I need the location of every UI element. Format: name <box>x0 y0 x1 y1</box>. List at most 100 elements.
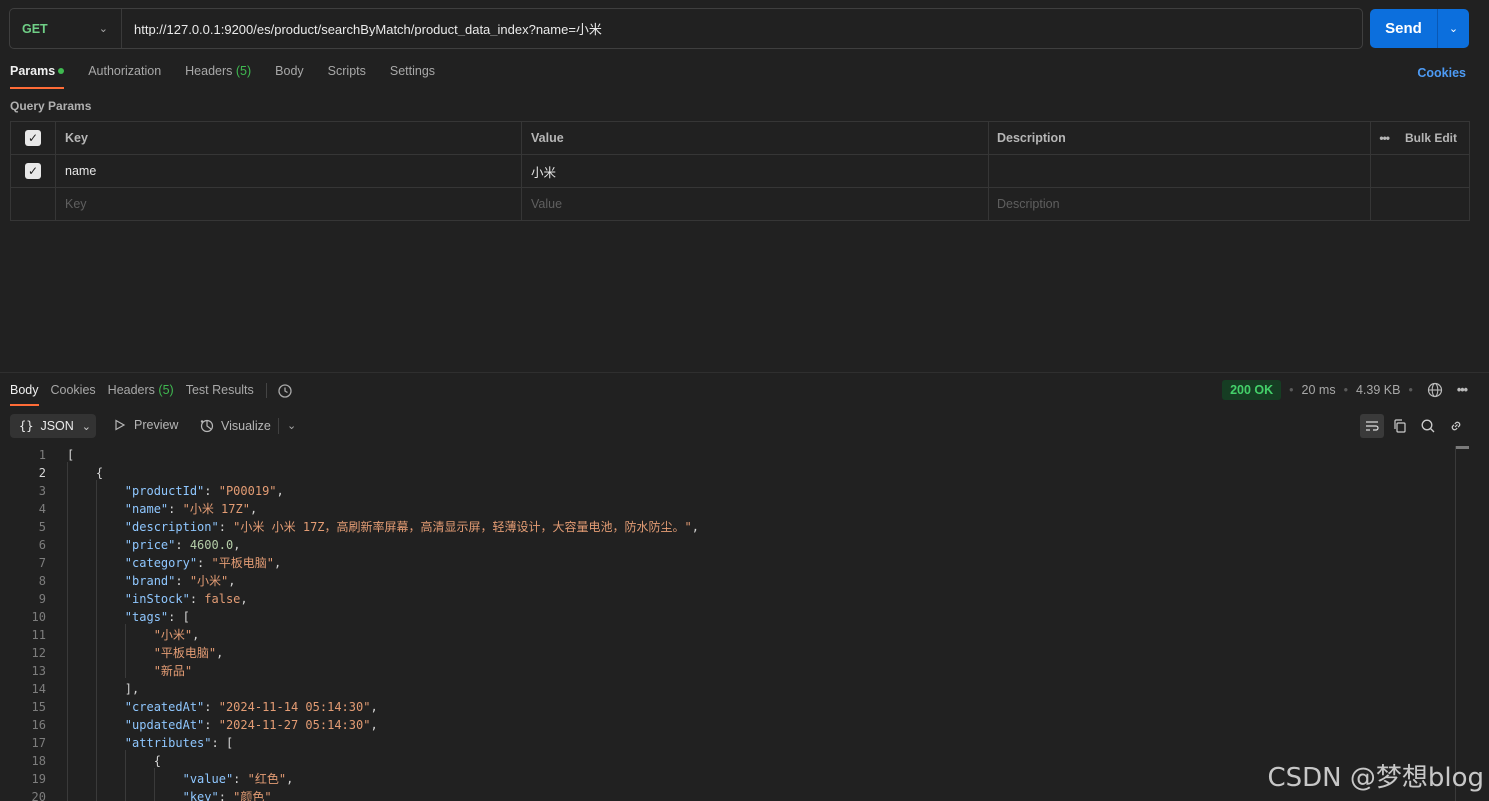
tab-body[interactable]: Body <box>275 64 304 89</box>
code-line: 13 "新品" <box>0 662 1470 680</box>
json-number: 4600.0 <box>189 538 234 552</box>
new-description-input[interactable]: Description <box>989 188 1371 220</box>
row-checkbox[interactable]: ✓ <box>25 163 41 179</box>
tab-params[interactable]: Params <box>10 64 65 89</box>
new-key-input[interactable]: Key <box>56 188 522 220</box>
cookies-link[interactable]: Cookies <box>1417 66 1466 80</box>
format-selector[interactable]: {} JSON ⌄ <box>10 414 96 438</box>
editor-scrollbar-thumb[interactable] <box>1456 446 1469 449</box>
visualize-button[interactable]: Visualize <box>199 418 271 434</box>
bulk-edit-button[interactable]: Bulk Edit <box>1405 131 1457 145</box>
tab-response-headers[interactable]: Headers (5) <box>108 382 174 406</box>
response-divider[interactable] <box>0 372 1489 373</box>
visualize-icon <box>200 419 214 433</box>
row-actions-cell <box>1371 155 1469 187</box>
play-icon <box>115 419 126 431</box>
status-badge[interactable]: 200 OK <box>1222 380 1282 400</box>
globe-icon[interactable] <box>1427 382 1443 398</box>
format-label: JSON <box>40 419 74 433</box>
select-all-checkbox[interactable]: ✓ <box>25 130 41 146</box>
code-line: 5 "description": "小米 小米 17Z，高刷新率屏幕，高清显示屏… <box>0 518 1470 536</box>
send-button[interactable]: Send <box>1370 20 1437 37</box>
tab-scripts[interactable]: Scripts <box>328 64 366 89</box>
editor-scrollbar-track[interactable] <box>1455 446 1456 801</box>
header-value: Value <box>522 122 989 154</box>
tab-settings[interactable]: Settings <box>390 64 435 89</box>
copy-button[interactable] <box>1388 414 1412 438</box>
separator-dot: • <box>1408 383 1413 397</box>
more-options-icon[interactable]: ••• <box>1457 383 1468 397</box>
json-key: "name" <box>124 502 169 516</box>
code-text: "小米", <box>153 628 200 642</box>
tab-response-body[interactable]: Body <box>10 382 39 406</box>
tab-separator <box>265 383 267 398</box>
new-value-input[interactable]: Value <box>522 188 989 220</box>
response-size[interactable]: 4.39 KB <box>1356 383 1400 397</box>
code-text: "value": "红色", <box>182 772 294 786</box>
param-value[interactable]: 小米 <box>522 155 989 187</box>
tab-test-results[interactable]: Test Results <box>186 382 254 406</box>
code-text: [ <box>46 446 74 464</box>
json-key: "key" <box>182 790 219 801</box>
response-time[interactable]: 20 ms <box>1302 383 1336 397</box>
line-number: 7 <box>38 556 46 570</box>
code-text: { <box>46 752 161 770</box>
code-line: 18 { <box>0 752 1470 770</box>
separator-dot: • <box>1343 383 1348 397</box>
param-description[interactable] <box>989 155 1371 187</box>
preview-label: Preview <box>134 418 179 432</box>
tab-response-cookies[interactable]: Cookies <box>51 382 96 406</box>
more-options-icon[interactable]: ••• <box>1379 131 1390 145</box>
json-key: "category" <box>124 556 198 570</box>
send-options-chevron-icon[interactable]: ⌄ <box>1438 22 1469 35</box>
method-label: GET <box>22 21 48 36</box>
wrap-lines-button[interactable] <box>1360 414 1384 438</box>
line-number: 13 <box>31 664 46 678</box>
token: { <box>95 466 104 480</box>
search-button[interactable] <box>1416 414 1440 438</box>
query-params-table: ✓ Key Value Description ••• Bulk Edit ✓ n… <box>10 121 1470 221</box>
code-line: 20 "key": "颜色" <box>0 788 1470 801</box>
token: ], <box>124 682 140 696</box>
link-button[interactable] <box>1444 414 1468 438</box>
line-number: 4 <box>38 502 46 516</box>
tab-authorization[interactable]: Authorization <box>88 64 161 89</box>
token: [ <box>67 448 75 462</box>
json-string: "平板电脑" <box>211 556 274 570</box>
code-line: 15 "createdAt": "2024-11-14 05:14:30", <box>0 698 1470 716</box>
headers-count: (5) <box>235 64 252 78</box>
params-active-dot <box>58 67 65 74</box>
visualize-options-chevron-icon[interactable]: ⌄ <box>287 419 296 432</box>
code-text: "平板电脑", <box>153 646 224 660</box>
code-line: 3 "productId": "P00019", <box>0 482 1470 500</box>
toolbar-separator <box>278 418 279 434</box>
tab-headers[interactable]: Headers (5) <box>185 64 251 89</box>
code-text: "brand": "小米", <box>124 574 236 588</box>
chevron-down-icon: ⌄ <box>98 23 108 35</box>
code-text: "新品" <box>46 662 192 680</box>
table-header-row: ✓ Key Value Description ••• Bulk Edit <box>11 122 1469 155</box>
code-line: 14 ], <box>0 680 1470 698</box>
method-selector[interactable]: GET ⌄ <box>10 9 122 48</box>
json-key: "createdAt" <box>124 700 205 714</box>
code-text: "createdAt": "2024-11-14 05:14:30", <box>124 700 378 714</box>
code-line: 9 "inStock": false, <box>0 590 1470 608</box>
empty-actions-cell <box>1371 188 1469 220</box>
json-string: "平板电脑" <box>153 646 217 660</box>
code-line: 6 "price": 4600.0, <box>0 536 1470 554</box>
json-key: "description" <box>124 520 219 534</box>
url-input[interactable] <box>122 21 1362 36</box>
line-number: 10 <box>31 610 46 624</box>
code-text: "price": 4600.0, <box>124 538 241 552</box>
json-key: "attributes" <box>124 736 212 750</box>
preview-button[interactable]: Preview <box>114 418 178 432</box>
line-number: 12 <box>31 646 46 660</box>
history-icon[interactable] <box>277 383 293 399</box>
response-body-editor[interactable]: 1[ 2 { 3 "productId": "P00019", 4 "name"… <box>0 446 1470 801</box>
wrap-lines-icon <box>1366 421 1379 431</box>
param-key[interactable]: name <box>56 155 522 187</box>
json-string: "P00019" <box>218 484 277 498</box>
token: [ <box>225 736 234 750</box>
code-line: 4 "name": "小米 17Z", <box>0 500 1470 518</box>
json-string: "2024-11-27 05:14:30" <box>218 718 371 732</box>
